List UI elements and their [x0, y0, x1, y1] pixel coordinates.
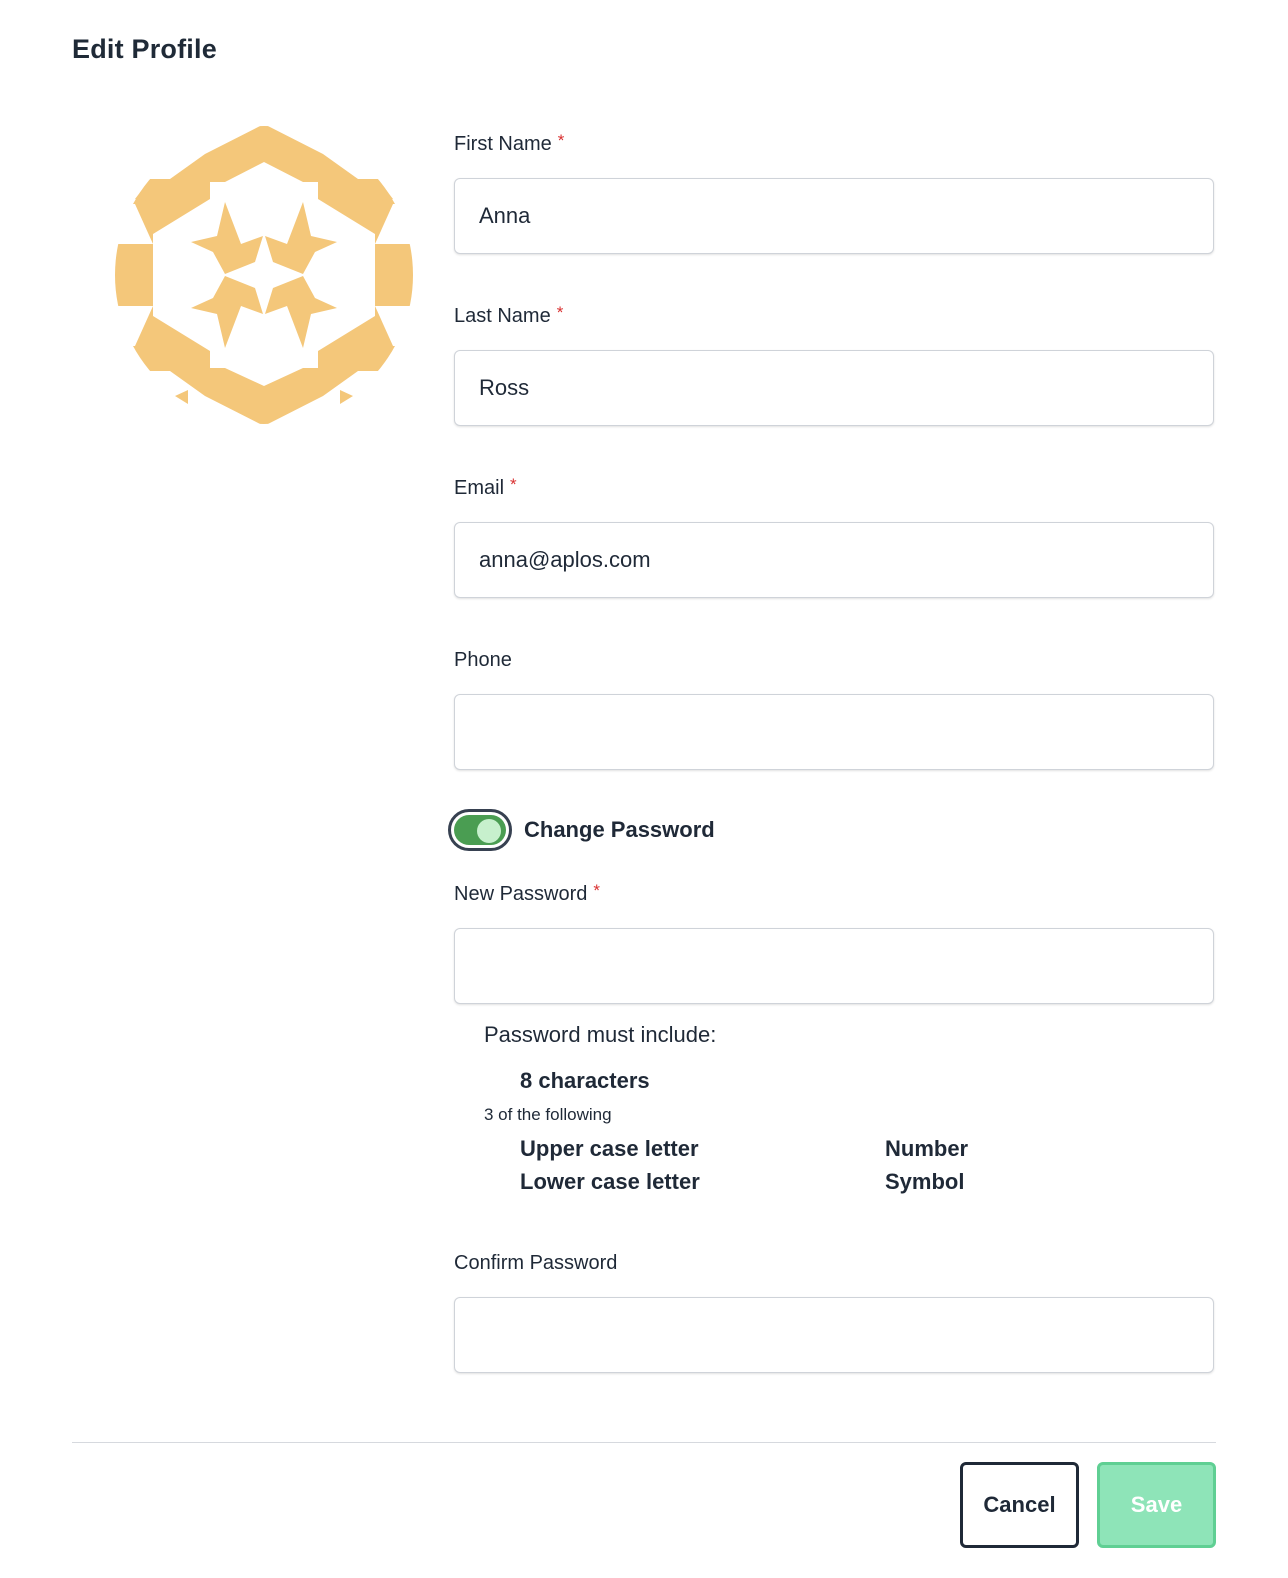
first-name-input[interactable] — [454, 178, 1214, 254]
change-password-toggle[interactable] — [448, 809, 512, 851]
toggle-track — [454, 815, 506, 845]
rule-number: Number — [885, 1136, 969, 1161]
required-mark: * — [593, 881, 601, 900]
new-password-label: New Password * — [454, 881, 601, 905]
required-mark: * — [510, 475, 517, 494]
save-button[interactable]: Save — [1097, 1462, 1216, 1548]
change-password-row: Change Password — [448, 809, 715, 851]
phone-input[interactable] — [454, 694, 1214, 770]
rule-upper-case: Upper case letter — [520, 1136, 699, 1161]
required-mark: * — [557, 131, 565, 150]
rule-symbol: Symbol — [885, 1169, 965, 1194]
rule-min-length: 8 characters — [520, 1068, 650, 1093]
first-name-label: First Name * — [454, 131, 565, 155]
footer-divider — [72, 1442, 1216, 1443]
password-requirements-subtitle: 3 of the following — [484, 1105, 612, 1124]
required-mark: * — [556, 303, 564, 322]
email-label: Email * — [454, 475, 517, 499]
identicon-avatar — [113, 124, 415, 426]
phone-label: Phone — [454, 649, 512, 671]
confirm-password-input[interactable] — [454, 1297, 1214, 1373]
email-input[interactable] — [454, 522, 1214, 598]
toggle-knob — [477, 819, 501, 843]
password-requirements-title: Password must include: — [484, 1022, 717, 1047]
change-password-label: Change Password — [524, 817, 715, 842]
last-name-input[interactable] — [454, 350, 1214, 426]
page-title: Edit Profile — [72, 34, 217, 64]
confirm-password-label: Confirm Password — [454, 1252, 618, 1274]
new-password-input[interactable] — [454, 928, 1214, 1004]
last-name-label: Last Name * — [454, 303, 564, 327]
rule-lower-case: Lower case letter — [520, 1169, 700, 1194]
cancel-button[interactable]: Cancel — [960, 1462, 1079, 1548]
